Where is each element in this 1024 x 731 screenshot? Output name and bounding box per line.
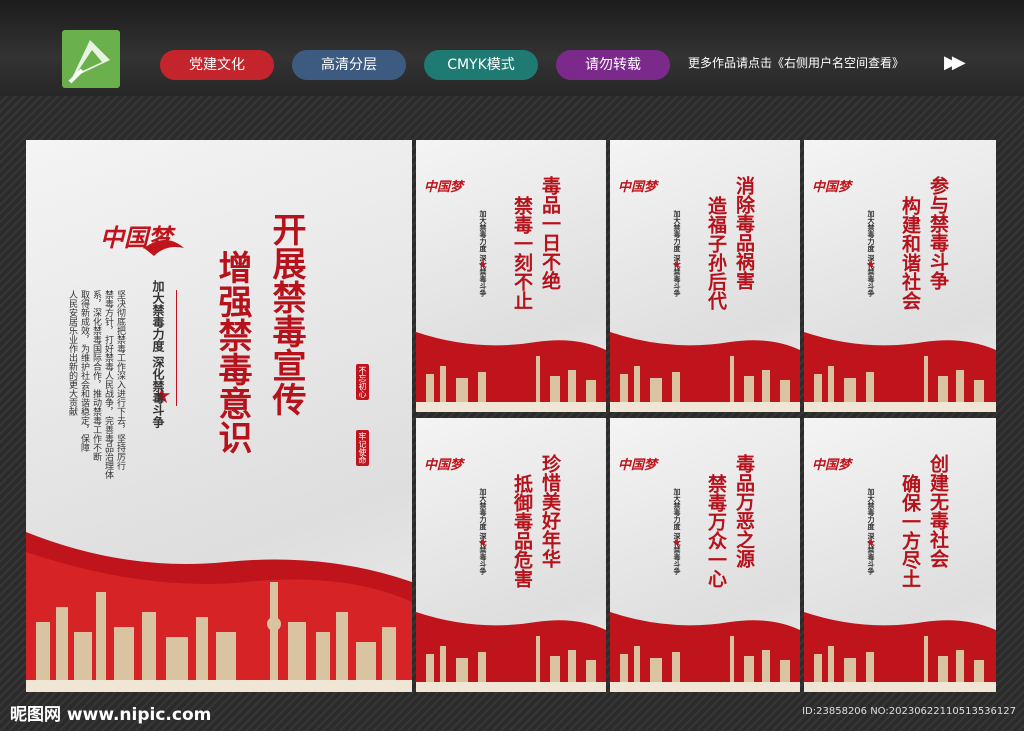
top-banner: 党建文化 高清分层 CMYK模式 请勿转载 更多作品请点击《右侧用户名空间查看》… [0,0,1024,96]
tag-hd-layers[interactable]: 高清分层 [292,50,406,80]
poster-2: 中国梦 消除毒品祸害 造福子孙后代 加大禁毒力度 深化禁毒斗争 ★ [610,140,800,412]
pen-logo-icon [62,30,120,88]
tag-label: 请勿转载 [585,57,641,73]
poster-3-subtitle: 加大禁毒力度 深化禁毒斗争 [867,210,876,297]
china-dream-emblem: 中国梦 [812,180,852,195]
china-dream-emblem: 中国梦 [424,458,464,473]
promo-text[interactable]: 更多作品请点击《右侧用户名空间查看》 [688,54,904,71]
site-watermark: 昵图网 www.nipic.com [10,705,212,725]
red-wave-skyline [416,612,606,692]
star-icon: ★ [478,258,488,271]
poster-3: 中国梦 参与禁毒斗争 构建和谐社会 加大禁毒力度 深化禁毒斗争 ★ [804,140,996,412]
tag-cmyk[interactable]: CMYK模式 [424,50,538,80]
red-wave-skyline [610,612,800,692]
star-icon: ★ [866,258,876,271]
poster-1-subtitle: 加大禁毒力度 深化禁毒斗争 [479,210,488,297]
tag-label: 党建文化 [189,57,245,73]
main-poster: 中国梦 开展禁毒宣传 增强禁毒意识 ★ 加大禁毒力度 深化禁毒斗争 坚决彻底把禁… [26,140,412,692]
poster-4-title-1: 珍惜美好年华 [539,454,561,568]
star-icon: ★ [478,536,488,549]
body-text-1: 坚决彻底把禁毒工作深入进行下去，坚持厉行 [115,290,125,470]
body-text-3: 系，深化禁毒国际合作，推动禁毒工作不断 [91,290,101,461]
poster-3-title-1: 参与禁毒斗争 [927,176,949,290]
star-icon: ★ [866,536,876,549]
body-text-2: 禁毒方针，打好禁毒人民战争，完善毒品治理体 [103,290,113,479]
poster-5-subtitle: 加大禁毒力度 深化禁毒斗争 [673,488,682,575]
poster-2-title-1: 消除毒品祸害 [733,176,755,290]
poster-4-subtitle: 加大禁毒力度 深化禁毒斗争 [479,488,488,575]
tag-no-repost[interactable]: 请勿转载 [556,50,670,80]
main-title-col2: 增强禁毒意识 [212,250,252,454]
poster-1: 中国梦 毒品一日不绝 禁毒一刻不止 加大禁毒力度 深化禁毒斗争 ★ [416,140,606,412]
double-arrow-icon[interactable]: ▶▶ [944,52,966,73]
tag-label: 高清分层 [321,57,377,73]
poster-4-title-2: 抵御毒品危害 [511,474,533,588]
china-dream-emblem: 中国梦 [812,458,852,473]
tag-label: CMYK模式 [447,57,515,73]
poster-2-title-2: 造福子孙后代 [705,196,727,310]
china-dream-emblem: 中国梦 [618,180,658,195]
image-id: ID:23858206 NO:20230622110513536127 [802,706,1016,717]
poster-6-subtitle: 加大禁毒力度 深化禁毒斗争 [867,488,876,575]
poster-6: 中国梦 创建无毒社会 确保一方尽土 加大禁毒力度 深化禁毒斗争 ★ [804,418,996,692]
red-wave-skyline [804,332,996,412]
red-wave-skyline [610,332,800,412]
poster-6-title-2: 确保一方尽土 [899,474,921,588]
poster-5: 中国梦 毒品万恶之源 禁毒万众一心 加大禁毒力度 深化禁毒斗争 ★ [610,418,800,692]
red-wave-skyline [26,532,412,692]
star-icon: ★ [672,536,682,549]
tag-party-culture[interactable]: 党建文化 [160,50,274,80]
china-dream-emblem: 中国梦 [424,180,464,195]
poster-1-title-1: 毒品一日不绝 [539,176,561,290]
poster-4: 中国梦 珍惜美好年华 抵御毒品危害 加大禁毒力度 深化禁毒斗争 ★ [416,418,606,692]
poster-1-title-2: 禁毒一刻不止 [511,196,533,310]
divider-line [176,290,177,406]
body-text-4: 取得新成效，为维护社会和谐稳定，保障 [79,290,89,452]
seal-stamp-1: 不忘初心 [356,364,369,400]
red-wave-skyline [804,612,996,692]
red-wave-skyline [416,332,606,412]
seal-stamp-2: 牢记使命 [356,430,369,466]
poster-5-title-2: 禁毒万众一心 [705,474,727,588]
main-title-col1: 开展禁毒宣传 [266,212,306,416]
china-dream-emblem: 中国梦 [618,458,658,473]
body-text-5: 人民安居乐业作出新的更大贡献 [67,290,77,416]
main-subtitle: 加大禁毒力度 深化禁毒斗争 [151,280,165,429]
poster-6-title-1: 创建无毒社会 [927,454,949,568]
poster-3-title-2: 构建和谐社会 [899,196,921,310]
poster-5-title-1: 毒品万恶之源 [733,454,755,568]
poster-2-subtitle: 加大禁毒力度 深化禁毒斗争 [673,210,682,297]
star-icon: ★ [672,258,682,271]
